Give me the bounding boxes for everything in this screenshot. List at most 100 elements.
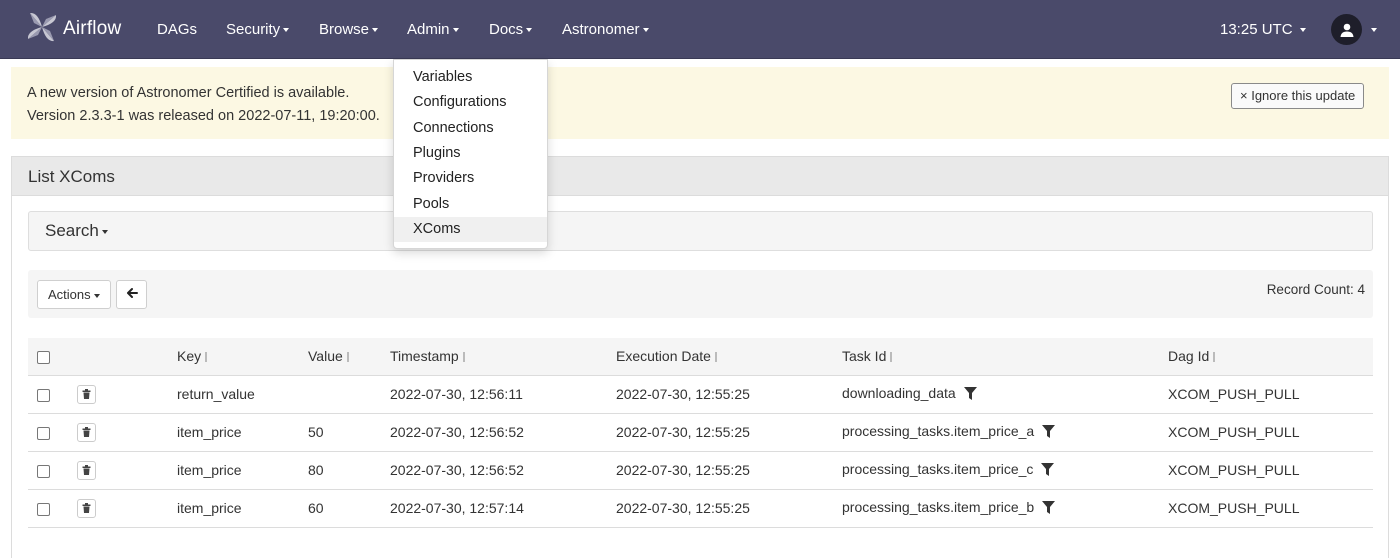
brand-logo-link[interactable]: Airflow <box>24 8 121 50</box>
panel-title: List XComs <box>12 157 1388 196</box>
cell-value: 80 <box>308 462 324 478</box>
alert-version-info: Version 2.3.3-1 was released on 2022-07-… <box>27 108 380 124</box>
delete-record-button[interactable] <box>77 498 96 518</box>
list-xcoms-panel: List XComs Search Actions Record Count: … <box>11 156 1389 558</box>
cell-execution-date: 2022-07-30, 12:55:25 <box>616 462 750 478</box>
cell-task-id: downloading_data <box>842 375 1168 413</box>
filter-icon[interactable] <box>963 386 977 403</box>
xcom-table-wrapper: Key Value Timestamp Execution Date Task … <box>28 338 1373 528</box>
table-row: item_price 60 2022-07-30, 12:57:14 2022-… <box>28 489 1373 527</box>
ignore-update-button[interactable]: × Ignore this update <box>1231 83 1365 109</box>
trash-icon <box>82 462 91 478</box>
trash-icon <box>82 424 91 440</box>
table-row: item_price 80 2022-07-30, 12:56:52 2022-… <box>28 451 1373 489</box>
caret-down-icon <box>526 28 533 33</box>
user-menu[interactable] <box>1331 14 1377 45</box>
row-checkbox[interactable] <box>37 426 50 440</box>
table-row: return_value 2022-07-30, 12:56:11 2022-0… <box>28 375 1373 413</box>
nav-astronomer-menu[interactable]: Astronomer <box>562 0 649 59</box>
sort-icon <box>714 352 717 363</box>
cell-timestamp: 2022-07-30, 12:57:14 <box>390 500 524 516</box>
cell-dag-id: XCOM_PUSH_PULL <box>1168 462 1300 478</box>
top-navbar: Airflow DAGs Security Browse Admin Docs … <box>0 0 1400 59</box>
row-checkbox[interactable] <box>37 388 50 402</box>
select-all-checkbox[interactable] <box>37 351 50 365</box>
column-header-execution-date[interactable]: Execution Date <box>616 338 842 375</box>
cell-task-id: processing_tasks.item_price_c <box>842 451 1168 489</box>
cell-key: item_price <box>177 500 242 516</box>
timezone-clock-menu[interactable]: 13:25 UTC <box>1220 0 1306 59</box>
delete-record-button[interactable] <box>77 460 96 480</box>
column-header-timestamp[interactable]: Timestamp <box>390 338 616 375</box>
cell-task-id: processing_tasks.item_price_b <box>842 489 1168 527</box>
cell-key: item_price <box>177 424 242 440</box>
menu-item-variables[interactable]: Variables <box>394 65 547 90</box>
table-row: item_price 50 2022-07-30, 12:56:52 2022-… <box>28 413 1373 451</box>
cell-value: 50 <box>308 424 324 440</box>
caret-down-icon <box>642 28 649 33</box>
alert-message: A new version of Astronomer Certified is… <box>27 85 350 101</box>
sort-icon <box>890 352 893 363</box>
caret-down-icon <box>101 229 108 234</box>
cell-execution-date: 2022-07-30, 12:55:25 <box>616 424 750 440</box>
menu-item-providers[interactable]: Providers <box>394 166 547 191</box>
delete-record-button[interactable] <box>77 384 96 404</box>
user-icon <box>1331 14 1362 45</box>
search-toggle-button[interactable]: Search <box>45 212 108 250</box>
cell-timestamp: 2022-07-30, 12:56:52 <box>390 424 524 440</box>
nav-docs-menu[interactable]: Docs <box>489 0 533 59</box>
row-checkbox[interactable] <box>37 502 50 516</box>
actions-dropdown-button[interactable]: Actions <box>37 280 111 309</box>
column-header-dag-id[interactable]: Dag Id <box>1168 338 1373 375</box>
list-toolbar: Actions Record Count: 4 <box>28 270 1373 318</box>
admin-dropdown-menu: Variables Configurations Connections Plu… <box>393 59 548 249</box>
filter-icon[interactable] <box>1042 424 1056 441</box>
cell-task-id: processing_tasks.item_price_a <box>842 413 1168 451</box>
airflow-pinwheel-icon <box>24 9 60 50</box>
caret-down-icon <box>1371 27 1377 32</box>
nav-security-menu[interactable]: Security <box>226 0 290 59</box>
cell-value <box>308 375 390 413</box>
sort-icon <box>346 352 349 363</box>
cell-timestamp: 2022-07-30, 12:56:52 <box>390 462 524 478</box>
trash-icon <box>82 386 91 402</box>
cell-execution-date: 2022-07-30, 12:55:25 <box>616 500 750 516</box>
trash-icon <box>82 500 91 516</box>
menu-item-pools[interactable]: Pools <box>394 192 547 217</box>
delete-record-button[interactable] <box>77 422 96 442</box>
cell-timestamp: 2022-07-30, 12:56:11 <box>390 386 523 402</box>
nav-admin-menu[interactable]: Admin <box>407 0 459 59</box>
back-button[interactable] <box>116 280 147 309</box>
column-header-task-id[interactable]: Task Id <box>842 338 1168 375</box>
caret-down-icon <box>452 28 459 33</box>
caret-down-icon <box>93 293 100 298</box>
sort-icon <box>1213 352 1216 363</box>
update-alert: A new version of Astronomer Certified is… <box>11 67 1389 139</box>
cell-key: item_price <box>177 462 242 478</box>
menu-item-xcoms[interactable]: XComs <box>394 217 547 242</box>
xcom-table: Key Value Timestamp Execution Date Task … <box>28 338 1373 528</box>
cell-dag-id: XCOM_PUSH_PULL <box>1168 424 1300 440</box>
filter-icon[interactable] <box>1041 462 1055 479</box>
column-header-value[interactable]: Value <box>308 338 390 375</box>
cell-dag-id: XCOM_PUSH_PULL <box>1168 386 1300 402</box>
caret-down-icon <box>283 28 290 33</box>
arrow-left-icon <box>126 286 138 304</box>
nav-dags[interactable]: DAGs <box>157 0 197 59</box>
filter-icon[interactable] <box>1042 500 1056 517</box>
brand-name: Airflow <box>63 18 122 39</box>
nav-browse-menu[interactable]: Browse <box>319 0 379 59</box>
cell-key: return_value <box>177 386 255 402</box>
cell-execution-date: 2022-07-30, 12:55:25 <box>616 386 750 402</box>
menu-item-configurations[interactable]: Configurations <box>394 90 547 115</box>
row-checkbox[interactable] <box>37 464 50 478</box>
sort-icon <box>205 352 208 363</box>
record-count: Record Count: 4 <box>1266 282 1365 297</box>
menu-item-connections[interactable]: Connections <box>394 116 547 141</box>
search-bar: Search <box>28 211 1373 251</box>
cell-value: 60 <box>308 500 324 516</box>
menu-item-plugins[interactable]: Plugins <box>394 141 547 166</box>
cell-dag-id: XCOM_PUSH_PULL <box>1168 500 1300 516</box>
caret-down-icon <box>1299 28 1306 33</box>
column-header-key[interactable]: Key <box>177 338 308 375</box>
